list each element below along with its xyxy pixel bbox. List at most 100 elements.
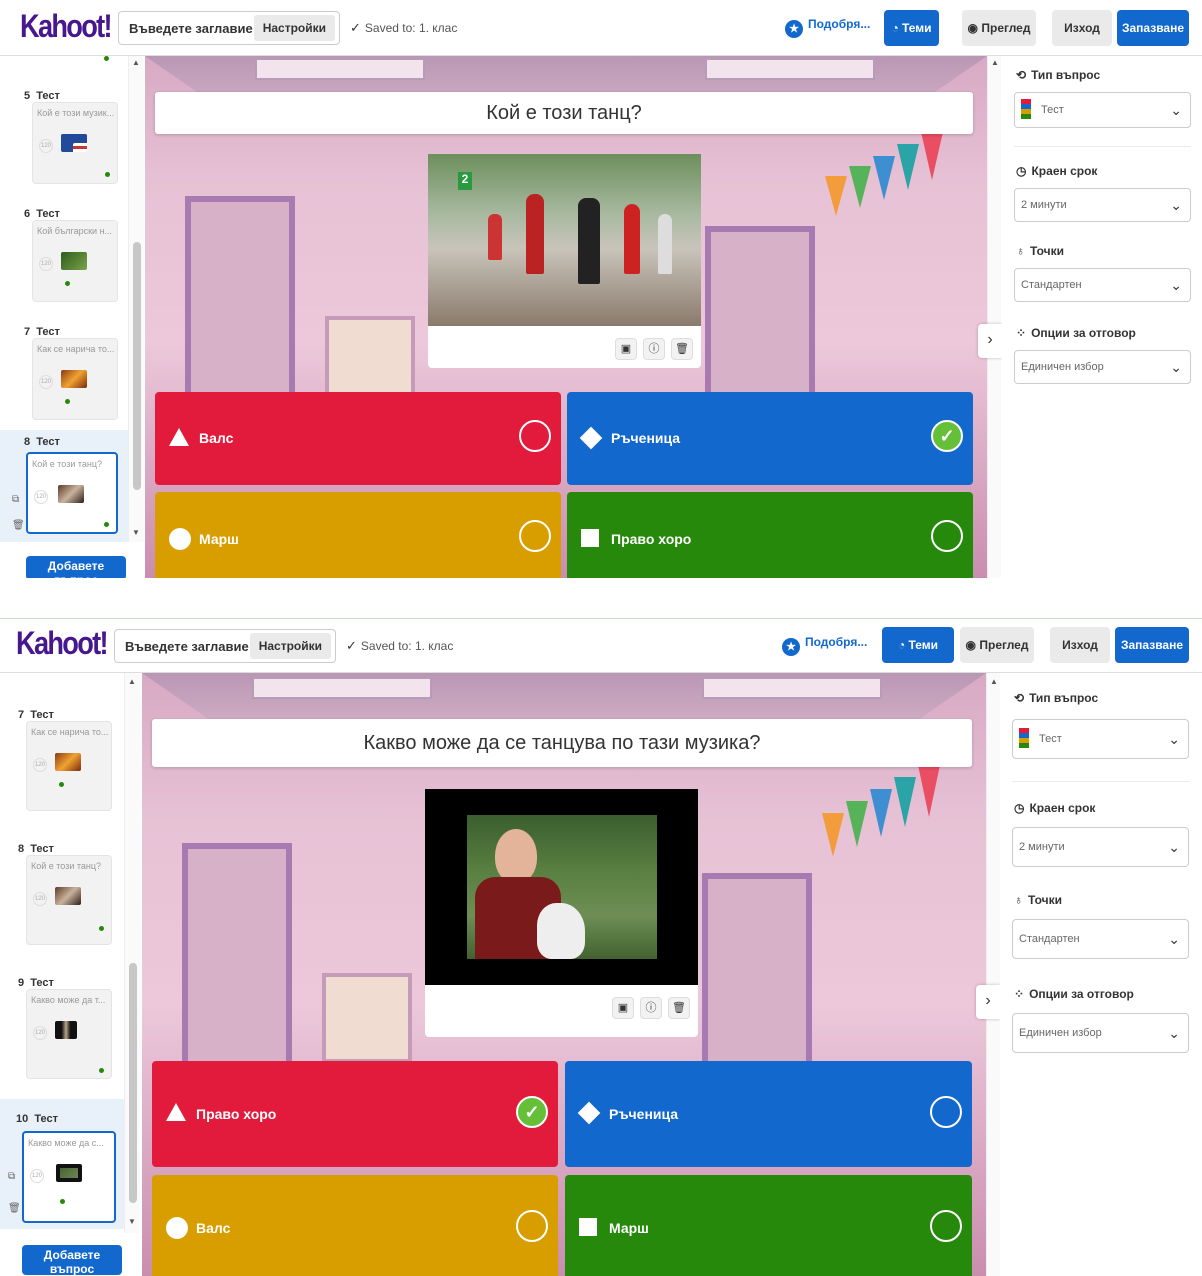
dance-video-image[interactable]: 2 — [428, 154, 701, 326]
collapse-panel-button[interactable]: › — [978, 324, 1002, 358]
question-type-select[interactable]: Тест ⌄ — [1012, 719, 1189, 759]
question-type-select[interactable]: Тест ⌄ — [1014, 92, 1191, 128]
trash-icon[interactable]: 🗑 — [12, 520, 25, 531]
answer-2[interactable]: Ръченица ✓ — [567, 392, 973, 485]
chevron-down-icon: ⌄ — [1168, 731, 1180, 747]
star-icon: ★ — [785, 20, 803, 38]
answer-text[interactable]: Валс — [196, 1220, 230, 1236]
scrollbar-thumb[interactable] — [129, 963, 137, 1203]
settings-button[interactable]: Настройки — [249, 633, 331, 659]
sidebar-item-5[interactable]: 5 Тест Кой е този музик... 120 — [0, 84, 128, 202]
answer-2[interactable]: Ръченица — [565, 1061, 972, 1167]
sidebar-item-6[interactable]: 6 Тест Кой български н... 120 — [0, 202, 128, 320]
answer-text[interactable]: Ръченица — [611, 430, 680, 446]
correct-toggle-checked[interactable]: ✓ — [516, 1096, 548, 1128]
sidebar-scrollbar[interactable]: ▲ ▼ — [128, 56, 144, 542]
collapse-panel-button[interactable]: › — [976, 985, 1000, 1019]
sidebar-item-label: 7 Тест — [18, 709, 54, 721]
scroll-up-icon[interactable]: ▲ — [990, 677, 998, 686]
preview-button[interactable]: ◉ Преглед — [962, 10, 1036, 46]
correct-toggle[interactable] — [519, 420, 551, 452]
correct-toggle[interactable] — [519, 520, 551, 552]
answer-3[interactable]: Марш — [155, 492, 561, 578]
settings-button[interactable]: Настройки — [253, 15, 335, 41]
sidebar-item-7[interactable]: 7 Тест Как се нарича то... 120 — [0, 703, 128, 833]
answer-1[interactable]: Валс — [155, 392, 561, 485]
answer-text[interactable]: Валс — [199, 430, 233, 446]
question-title[interactable]: Какво може да се танцува по тази музика? — [152, 719, 972, 767]
answer-text[interactable]: Марш — [609, 1220, 649, 1236]
delete-media-icon[interactable]: 🗑 — [671, 338, 693, 360]
answer-3[interactable]: Валс — [152, 1175, 558, 1276]
info-icon[interactable]: ⓘ — [640, 997, 662, 1019]
exit-button[interactable]: Изход — [1050, 627, 1110, 663]
answer-text[interactable]: Право хоро — [196, 1106, 276, 1122]
scroll-up-icon[interactable]: ▲ — [991, 58, 999, 67]
answer-4[interactable]: Право хоро — [567, 492, 973, 578]
answer-text[interactable]: Право хоро — [611, 531, 691, 547]
sidebar-item-8[interactable]: 8 Тест Кой е този танц? 120 ⧉ 🗑 — [0, 430, 128, 542]
sidebar-item-10[interactable]: 10 Тест Какво може да с... 120 ⧉ 🗑 — [0, 1099, 128, 1229]
answer-text[interactable]: Марш — [199, 531, 239, 547]
answer-1[interactable]: Право хоро ✓ — [152, 1061, 558, 1167]
answer-text[interactable]: Ръченица — [609, 1106, 678, 1122]
save-button[interactable]: Запазване — [1115, 627, 1189, 663]
quiz-type-icon — [1021, 99, 1031, 119]
kahoot-editor-screenshot-1: Kahoot! Въведете заглавие ... Настройки … — [0, 0, 1202, 578]
improve-button[interactable]: ★ Подобря... — [782, 635, 867, 656]
points-select[interactable]: Стандартен ⌄ — [1014, 268, 1191, 302]
correct-toggle[interactable] — [930, 1096, 962, 1128]
replace-media-icon[interactable]: ▣ — [615, 338, 637, 360]
square-icon — [581, 529, 599, 547]
preview-button[interactable]: ◉ Преглед — [960, 627, 1034, 663]
save-button[interactable]: Запазване — [1117, 10, 1189, 46]
bagpipe-video-image[interactable] — [425, 789, 698, 985]
duplicate-icon[interactable]: ⧉ — [12, 494, 19, 505]
replace-media-icon[interactable]: ▣ — [612, 997, 634, 1019]
sidebar-item-8[interactable]: 8 Тест Кой е този танц? 120 — [0, 837, 128, 967]
canvas-scrollbar[interactable]: ▲ — [987, 56, 1001, 578]
chevron-down-icon: ⌄ — [1170, 359, 1182, 375]
scroll-up-icon[interactable]: ▲ — [128, 677, 136, 686]
themes-button[interactable]: ◔ Теми — [882, 627, 954, 663]
correct-toggle-checked[interactable]: ✓ — [931, 420, 963, 452]
title-input[interactable]: Въведете заглавие ... Настройки — [118, 11, 340, 45]
add-question-button[interactable]: Добавете въпрос — [26, 556, 126, 578]
sidebar-item-9[interactable]: 9 Тест Какво може да т... 120 — [0, 971, 128, 1101]
sidebar-item-label: 8 Тест — [18, 843, 54, 855]
answer-options-select[interactable]: Единичен избор ⌄ — [1014, 350, 1191, 384]
sidebar-thumbnail: Как се нарича то... 120 — [32, 338, 118, 420]
correct-toggle[interactable] — [930, 1210, 962, 1242]
fire-thumbnail — [61, 370, 87, 388]
correct-toggle[interactable] — [516, 1210, 548, 1242]
kahoot-logo[interactable]: Kahoot! — [20, 8, 113, 45]
scrollbar-thumb[interactable] — [133, 242, 141, 490]
time-limit-select[interactable]: 2 минути ⌄ — [1014, 188, 1191, 222]
scroll-up-icon[interactable]: ▲ — [132, 58, 140, 67]
correct-toggle[interactable] — [931, 520, 963, 552]
duplicate-icon[interactable]: ⧉ — [8, 1171, 15, 1182]
scroll-down-icon[interactable]: ▼ — [128, 1217, 136, 1226]
scroll-down-icon[interactable]: ▼ — [132, 528, 140, 537]
title-input[interactable]: Въведете заглавие ... Настройки — [114, 629, 336, 663]
bagpipe — [537, 903, 585, 959]
info-icon[interactable]: ⓘ — [643, 338, 665, 360]
sidebar-item-7[interactable]: 7 Тест Как се нарича то... 120 — [0, 320, 128, 438]
kahoot-logo[interactable]: Kahoot! — [16, 625, 109, 662]
improve-button[interactable]: ★ Подобря... — [785, 17, 870, 38]
canvas-scrollbar[interactable]: ▲ — [986, 673, 1000, 1276]
sidebar-scrollbar[interactable]: ▲ ▼ — [124, 673, 140, 1233]
answer-options-select[interactable]: Единичен избор ⌄ — [1012, 1013, 1189, 1053]
timer-icon: 120 — [33, 758, 47, 772]
themes-button[interactable]: ◔ Теми — [884, 10, 939, 46]
media-toolbar: ▣ ⓘ 🗑 — [615, 338, 693, 360]
points-select[interactable]: Стандартен ⌄ — [1012, 919, 1189, 959]
answer-options-value: Единичен избор — [1021, 361, 1104, 373]
delete-media-icon[interactable]: 🗑 — [668, 997, 690, 1019]
time-limit-select[interactable]: 2 минути ⌄ — [1012, 827, 1189, 867]
answer-4[interactable]: Марш — [565, 1175, 972, 1276]
trash-icon[interactable]: 🗑 — [8, 1203, 21, 1214]
exit-button[interactable]: Изход — [1052, 10, 1112, 46]
question-title[interactable]: Кой е този танц? — [155, 92, 973, 134]
add-question-button[interactable]: Добавете въпрос — [22, 1245, 122, 1275]
